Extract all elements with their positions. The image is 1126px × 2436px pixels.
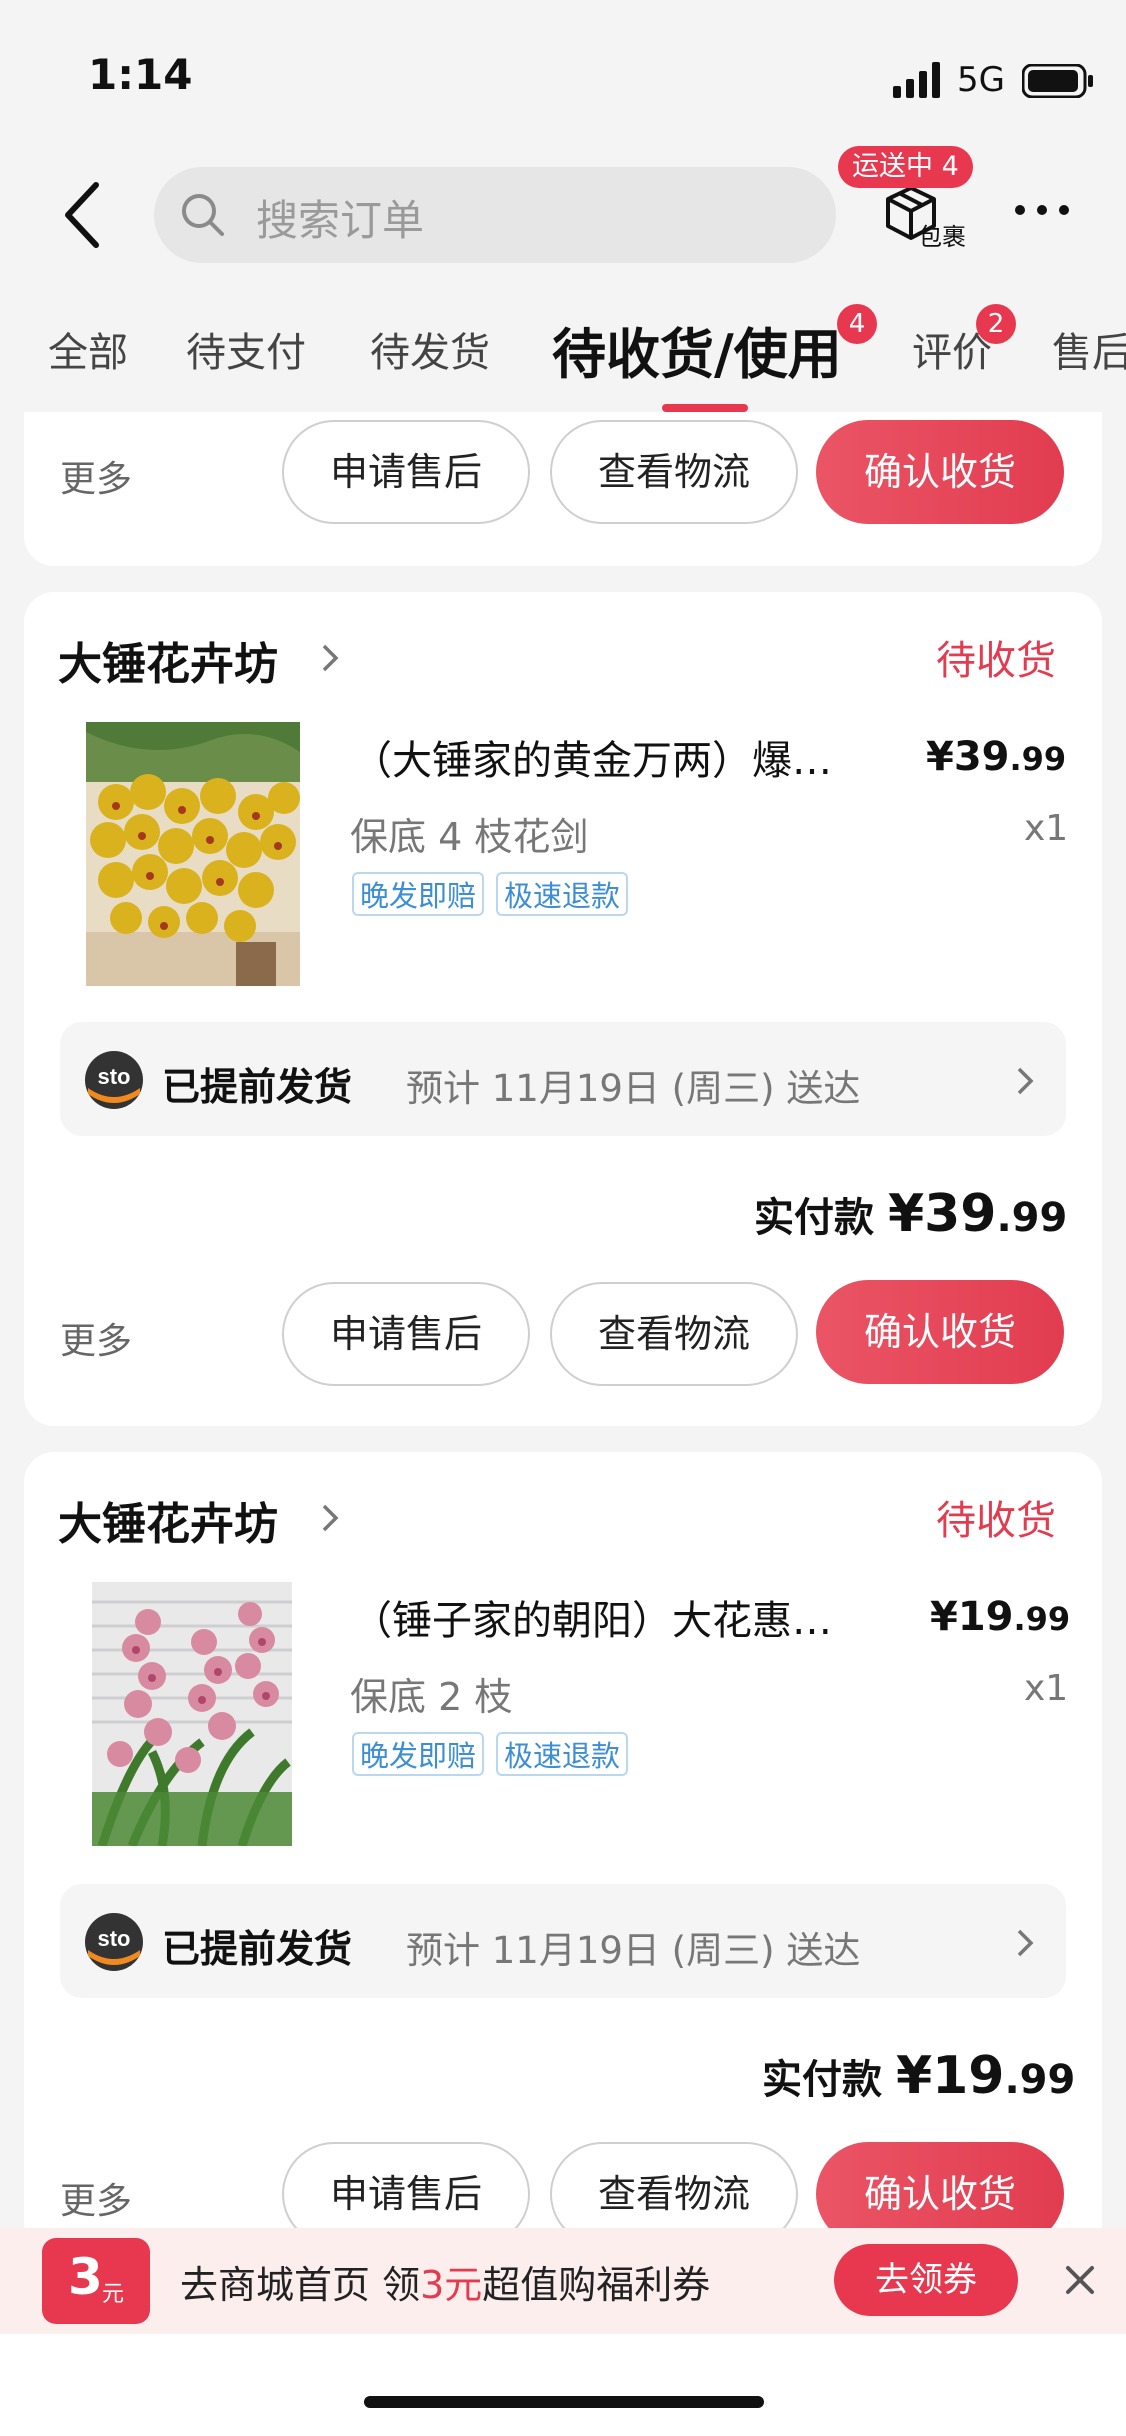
coupon-message: 去商城首页 领3元超值购福利券: [180, 2254, 710, 2309]
back-arrow-icon[interactable]: [58, 175, 108, 255]
more-options-icon[interactable]: [1012, 200, 1072, 220]
tag-late-compensation: 晚发即赔: [352, 1732, 485, 1776]
tag-late-compensation: 晚发即赔: [352, 872, 485, 916]
shipping-status: 已提前发货: [162, 1927, 353, 1971]
confirm-receipt-button[interactable]: 确认收货: [816, 1280, 1064, 1384]
product-image-yellow-orchid[interactable]: [86, 722, 300, 986]
shipping-count-badge: 运送中 4: [838, 146, 973, 188]
tab-pending-shipment[interactable]: 待发货: [370, 320, 490, 378]
battery-icon: [1022, 64, 1093, 98]
chevron-right-icon: [1017, 1929, 1034, 1957]
product-title[interactable]: （锤子家的朝阳）大花惠…: [352, 1588, 832, 1646]
product-spec: 保底 2 枝: [350, 1675, 513, 1719]
claim-coupon-button[interactable]: 去领券: [834, 2244, 1018, 2316]
tab-pending-receipt[interactable]: 待收货/使用: [552, 310, 842, 389]
after-sale-button[interactable]: 申请售后: [282, 1282, 530, 1386]
search-icon: [182, 194, 224, 236]
coupon-amount: 3: [68, 2248, 103, 2306]
close-icon[interactable]: [1064, 2264, 1096, 2296]
chevron-right-icon[interactable]: [318, 640, 342, 676]
tag-fast-refund: 极速退款: [496, 872, 629, 916]
delivery-estimate: 预计 11月19日 (周三) 送达: [406, 1929, 861, 1972]
svg-text:sto: sto: [98, 1064, 131, 1089]
active-tab-indicator: [662, 404, 748, 412]
coupon-message-a: 去商城首页 领: [180, 2263, 421, 2307]
shop-name[interactable]: 大锤花卉坊: [58, 628, 278, 692]
amount-paid: 实付款 ¥39.99: [754, 1184, 1067, 1244]
product-spec: 保底 4 枝花剑: [350, 815, 589, 859]
amount-paid-label: 实付款: [754, 1195, 874, 1241]
delivery-estimate: 预计 11月19日 (周三) 送达: [406, 1067, 861, 1110]
tag-fast-refund: 极速退款: [496, 1732, 629, 1776]
product-image-pink-orchid[interactable]: [92, 1582, 292, 1846]
coupon-message-c: 超值购福利券: [482, 2263, 711, 2307]
price-decimal: .99: [1013, 1600, 1071, 1638]
chevron-right-icon: [1017, 1067, 1034, 1095]
shipping-status: 已提前发货: [162, 1065, 353, 1109]
sto-express-logo-icon: sto: [85, 1051, 143, 1109]
more-link[interactable]: 更多: [60, 2172, 132, 2224]
product-price: ¥19.99: [930, 1594, 1070, 1640]
product-title[interactable]: （大锤家的黄金万两）爆…: [352, 728, 832, 786]
order-card: [24, 1452, 1102, 2252]
home-indicator: [364, 2396, 764, 2408]
svg-text:sto: sto: [98, 1926, 131, 1951]
product-quantity: x1: [1024, 808, 1069, 849]
more-link[interactable]: 更多: [60, 1312, 132, 1364]
order-status: 待收货: [936, 638, 1056, 684]
view-logistics-button[interactable]: 查看物流: [550, 1282, 798, 1386]
tab-badge-reviews: 2: [976, 304, 1016, 344]
price-integer: ¥19: [930, 1594, 1014, 1640]
coupon-ticket: 3 元: [42, 2238, 150, 2324]
after-sale-button[interactable]: 申请售后: [282, 420, 530, 524]
sto-express-logo-icon: sto: [85, 1913, 143, 1971]
network-label: 5G: [957, 60, 1005, 100]
more-link[interactable]: 更多: [60, 450, 132, 502]
confirm-receipt-button[interactable]: 确认收货: [816, 420, 1064, 524]
coupon-message-amount: 3元: [420, 2263, 483, 2307]
tab-pending-payment[interactable]: 待支付: [186, 320, 306, 378]
chevron-right-icon[interactable]: [318, 1500, 342, 1536]
status-time: 1:14: [88, 50, 193, 99]
tab-after-sales[interactable]: 售后: [1052, 320, 1126, 378]
signal-icon: [893, 62, 940, 98]
amount-paid-decimal: .99: [1004, 2057, 1076, 2103]
price-decimal: .99: [1009, 740, 1067, 778]
coupon-unit: 元: [102, 2282, 125, 2307]
amount-paid-decimal: .99: [996, 1195, 1068, 1241]
amount-paid-integer: ¥19: [895, 2046, 1005, 2106]
shop-name[interactable]: 大锤花卉坊: [58, 1488, 278, 1552]
view-logistics-button[interactable]: 查看物流: [550, 420, 798, 524]
tab-all[interactable]: 全部: [48, 320, 128, 378]
amount-paid-label: 实付款: [762, 2057, 882, 2103]
order-status: 待收货: [936, 1498, 1056, 1544]
bottom-safe-area: [0, 2334, 1126, 2436]
product-price: ¥39.99: [926, 734, 1066, 780]
tab-badge-pending-receipt: 4: [837, 304, 877, 344]
price-integer: ¥39: [926, 734, 1010, 780]
amount-paid-integer: ¥39: [887, 1184, 997, 1244]
search-placeholder: 搜索订单: [256, 196, 425, 245]
product-quantity: x1: [1024, 1668, 1069, 1709]
amount-paid: 实付款 ¥19.99: [762, 2046, 1075, 2106]
package-label: 包裹: [918, 223, 966, 251]
